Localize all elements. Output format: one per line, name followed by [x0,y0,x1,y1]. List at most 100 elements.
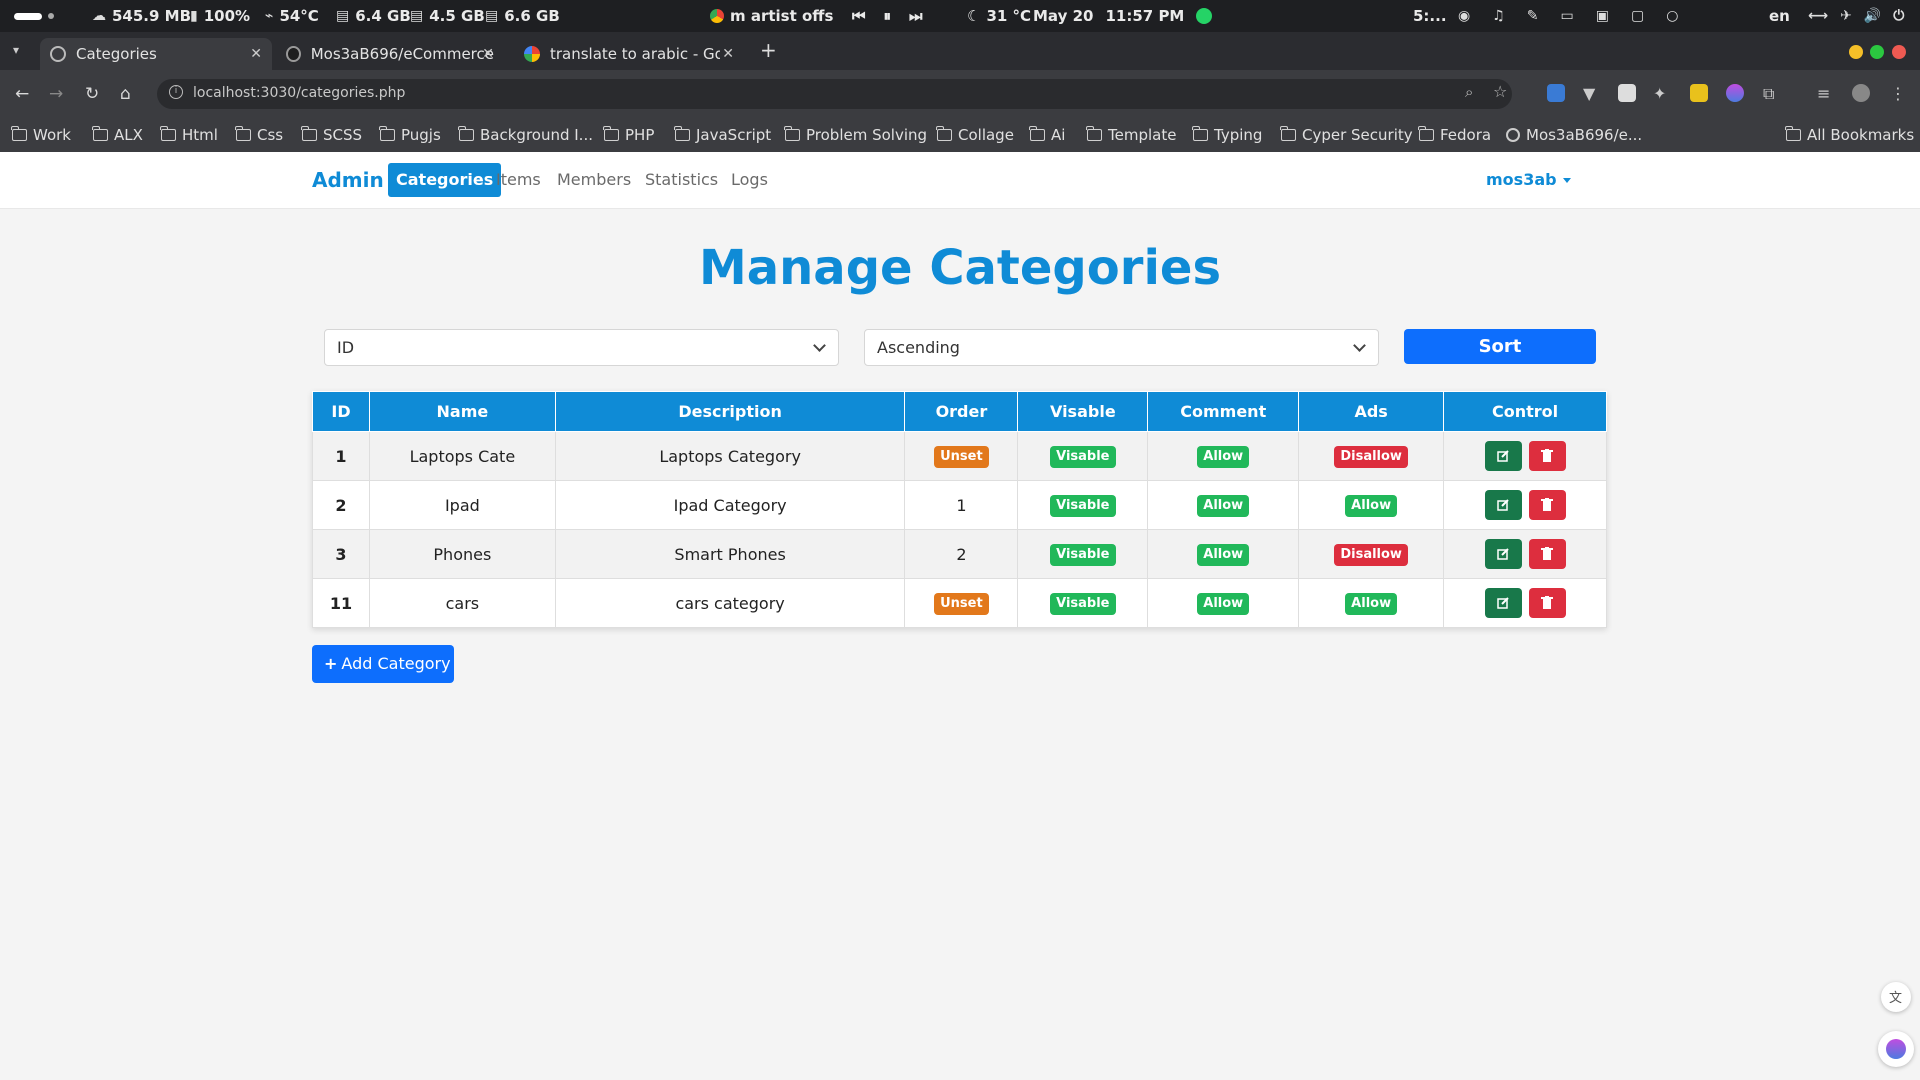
clipboard-icon[interactable]: ▢ [1631,8,1644,24]
terminal-icon[interactable]: ▭ [1561,8,1574,24]
tab-categories[interactable]: Categories ✕ [40,38,272,70]
cell-name: Ipad [368,480,556,530]
keyboard-language[interactable]: en [1769,0,1790,32]
edit-button[interactable] [1484,588,1522,618]
cell-order: Unset [904,431,1019,481]
tab-list-dropdown-icon[interactable]: ▾ [13,43,19,57]
bookmark-work[interactable]: Work [11,126,71,144]
bookmark-alx[interactable]: ALX [92,126,143,144]
nav-statistics[interactable]: Statistics [637,163,726,197]
bookmark-fedora[interactable]: Fedora [1418,126,1491,144]
clock[interactable]: May 20 11:57 PM [1033,0,1184,32]
next-track-icon[interactable]: ⏭ [909,7,923,25]
minimize-button[interactable] [1849,45,1863,59]
profile-avatar[interactable] [1852,84,1870,102]
bookmark-template[interactable]: Template [1086,126,1176,144]
delete-button[interactable] [1528,441,1566,471]
bookmark-star-icon[interactable]: ☆ [1493,82,1507,101]
delete-button[interactable] [1528,588,1566,618]
edit-button[interactable] [1484,490,1522,520]
forward-icon[interactable]: → [49,84,63,104]
bookmark-css[interactable]: Css [235,126,283,144]
nav-logs[interactable]: Logs [723,163,776,197]
bookmark-background[interactable]: Background I... [458,126,593,144]
new-tab-icon[interactable]: + [760,38,777,62]
bookmark-collage[interactable]: Collage [936,126,1014,144]
pause-icon[interactable]: ⏸ [884,7,892,25]
pen-icon[interactable]: ✎ [1527,8,1539,24]
cell-description: cars category [554,578,906,628]
ads-badge: Disallow [1334,543,1408,566]
back-icon[interactable]: ← [15,84,29,104]
notion-icon[interactable] [1618,84,1636,102]
puzzle-icon[interactable]: ⧉ [1763,84,1781,103]
bookmark-problem-solving[interactable]: Problem Solving [784,126,927,144]
cell-comment: Allow [1147,431,1300,481]
nav-categories[interactable]: Categories [388,163,502,197]
menu-icon[interactable]: ⋮ [1890,84,1908,103]
header-ads: Ads [1298,391,1445,432]
bookmark-github-repo[interactable]: Mos3aB696/e... [1506,126,1642,144]
table-row: 2 Ipad Ipad Category 1 Visable Allow All… [312,480,1607,530]
translate-icon[interactable]: 文 [1881,982,1911,1012]
whatsapp-icon[interactable] [1196,0,1212,32]
circle-icon[interactable]: ○ [1666,8,1678,24]
header-order: Order [904,391,1019,432]
delete-button[interactable] [1528,539,1566,569]
close-icon[interactable]: ✕ [722,46,734,62]
url-text[interactable]: localhost:3030/categories.php [193,85,405,101]
nav-items[interactable]: Items [488,163,549,197]
tab-google[interactable]: translate to arabic - Goog ✕ [514,38,744,70]
site-info-icon[interactable]: i [169,85,183,99]
previous-track-icon[interactable]: ⏮ [852,7,866,25]
brand-link[interactable]: Admin [312,168,384,192]
folder-icon [11,126,27,141]
delete-button[interactable] [1528,490,1566,520]
bookmark-ai[interactable]: Ai [1029,126,1065,144]
sort-button[interactable]: Sort [1404,329,1596,364]
tab-github[interactable]: Mos3aB696/eCommerce ✕ [276,38,504,70]
vue-devtools-icon[interactable]: ▼ [1583,84,1601,103]
url-input[interactable]: i localhost:3030/categories.php ⌕ ☆ [157,79,1512,109]
workspace-indicator[interactable] [14,0,54,32]
bookmark-cyper-security[interactable]: Cyper Security [1280,126,1413,144]
nav-members[interactable]: Members [549,163,639,197]
zoom-search-icon[interactable]: ⌕ [1465,83,1473,101]
reload-icon[interactable]: ↻ [85,84,99,104]
bookmark-pugjs[interactable]: Pugjs [379,126,441,144]
bookmark-javascript[interactable]: JavaScript [674,126,771,144]
home-icon[interactable]: ⌂ [120,84,131,104]
bookmark-php[interactable]: PHP [603,126,654,144]
user-dropdown[interactable]: mos3ab [1486,170,1571,189]
maximize-button[interactable] [1870,45,1884,59]
cell-control [1443,578,1607,628]
bookmark-all-bookmarks[interactable]: All Bookmarks [1785,126,1914,144]
counter-icon[interactable]: ▣ [1596,8,1609,24]
folder-icon [1029,126,1045,141]
bookmark-html[interactable]: Html [160,126,218,144]
brain-assistant-icon[interactable] [1878,1031,1914,1067]
plugin-icon[interactable]: ✦ [1653,84,1671,103]
close-window-button[interactable] [1892,45,1906,59]
edit-button[interactable] [1484,539,1522,569]
close-icon[interactable]: ✕ [250,46,262,62]
chevron-down-icon [1353,339,1366,352]
caret-down-icon [1562,178,1571,183]
app-icon[interactable]: ◉ [1458,8,1470,24]
close-icon[interactable]: ✕ [482,46,494,62]
add-category-button[interactable]: + Add Category [312,645,454,683]
ads-badge: Allow [1345,592,1398,615]
edit-button[interactable] [1484,441,1522,471]
media-player[interactable]: m artist offscre ⏮ ⏸ ⏭ [710,0,923,32]
sort-field-select[interactable]: ID [324,329,839,366]
sort-order-select[interactable]: Ascending [864,329,1379,366]
music-icon[interactable]: ♫ [1492,8,1505,24]
reading-list-icon[interactable]: ≡ [1817,84,1835,103]
lighthouse-icon[interactable] [1690,84,1708,102]
bookmark-scss[interactable]: SCSS [301,126,362,144]
status-icons[interactable]: ⟷ ✈ 🔊 ⏻ [1808,0,1904,32]
extension-icon[interactable] [1547,84,1565,102]
brain-icon[interactable] [1726,84,1744,102]
address-bar: ← → ↻ ⌂ i localhost:3030/categories.php … [0,70,1920,118]
bookmark-typing[interactable]: Typing [1192,126,1262,144]
